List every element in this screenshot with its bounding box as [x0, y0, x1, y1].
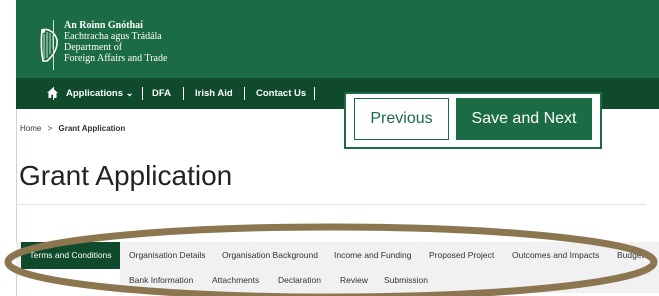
tab-budget[interactable]: Budget — [617, 242, 644, 269]
department-name[interactable]: An Roinn Gnóthaí Eachtracha agus Trádála… — [64, 20, 167, 64]
nav-separator — [53, 87, 54, 100]
page-title: Grant Application — [19, 160, 233, 191]
tab-outcomes-and-impacts[interactable]: Outcomes and Impacts — [512, 242, 599, 269]
nav-dfa[interactable]: DFA — [152, 78, 171, 109]
tab-proposed-project[interactable]: Proposed Project — [429, 242, 494, 269]
tab-declaration[interactable]: Declaration — [278, 269, 321, 291]
title-divider — [16, 204, 646, 205]
nav-applications[interactable]: Applications ⌄ — [66, 78, 134, 109]
tab-attachments[interactable]: Attachments — [212, 269, 259, 291]
nav-separator — [314, 87, 315, 100]
nav-separator — [142, 87, 143, 100]
nav-separator — [183, 87, 184, 100]
tab-review[interactable]: Review — [340, 269, 368, 291]
previous-button[interactable]: Previous — [354, 98, 449, 140]
breadcrumb-current: Grant Application — [58, 124, 126, 133]
tab-organisation-background[interactable]: Organisation Background — [222, 242, 318, 269]
brand-line-3: Department of — [64, 42, 123, 53]
harp-icon — [40, 28, 58, 62]
brand-line-4: Foreign Affairs and Trade — [64, 53, 168, 64]
breadcrumb-separator: > — [47, 124, 53, 133]
brand-line-1: An Roinn Gnóthaí — [64, 20, 143, 31]
brand-separator — [53, 20, 54, 70]
tab-submission[interactable]: Submission — [384, 269, 428, 291]
tab-terms-and-conditions[interactable]: Terms and Conditions — [21, 242, 120, 269]
nav-contact-us[interactable]: Contact Us — [256, 78, 306, 109]
save-and-next-button[interactable]: Save and Next — [456, 98, 592, 140]
nav-separator — [244, 87, 245, 100]
breadcrumb: Home > Grant Application — [20, 124, 125, 133]
tab-organisation-details[interactable]: Organisation Details — [129, 242, 206, 269]
nav-irish-aid[interactable]: Irish Aid — [195, 78, 233, 109]
breadcrumb-home[interactable]: Home — [20, 124, 41, 133]
brand-line-2: Eachtracha agus Trádála — [64, 31, 162, 42]
tab-bank-information[interactable]: Bank Information — [129, 269, 193, 291]
tab-income-and-funding[interactable]: Income and Funding — [334, 242, 412, 269]
